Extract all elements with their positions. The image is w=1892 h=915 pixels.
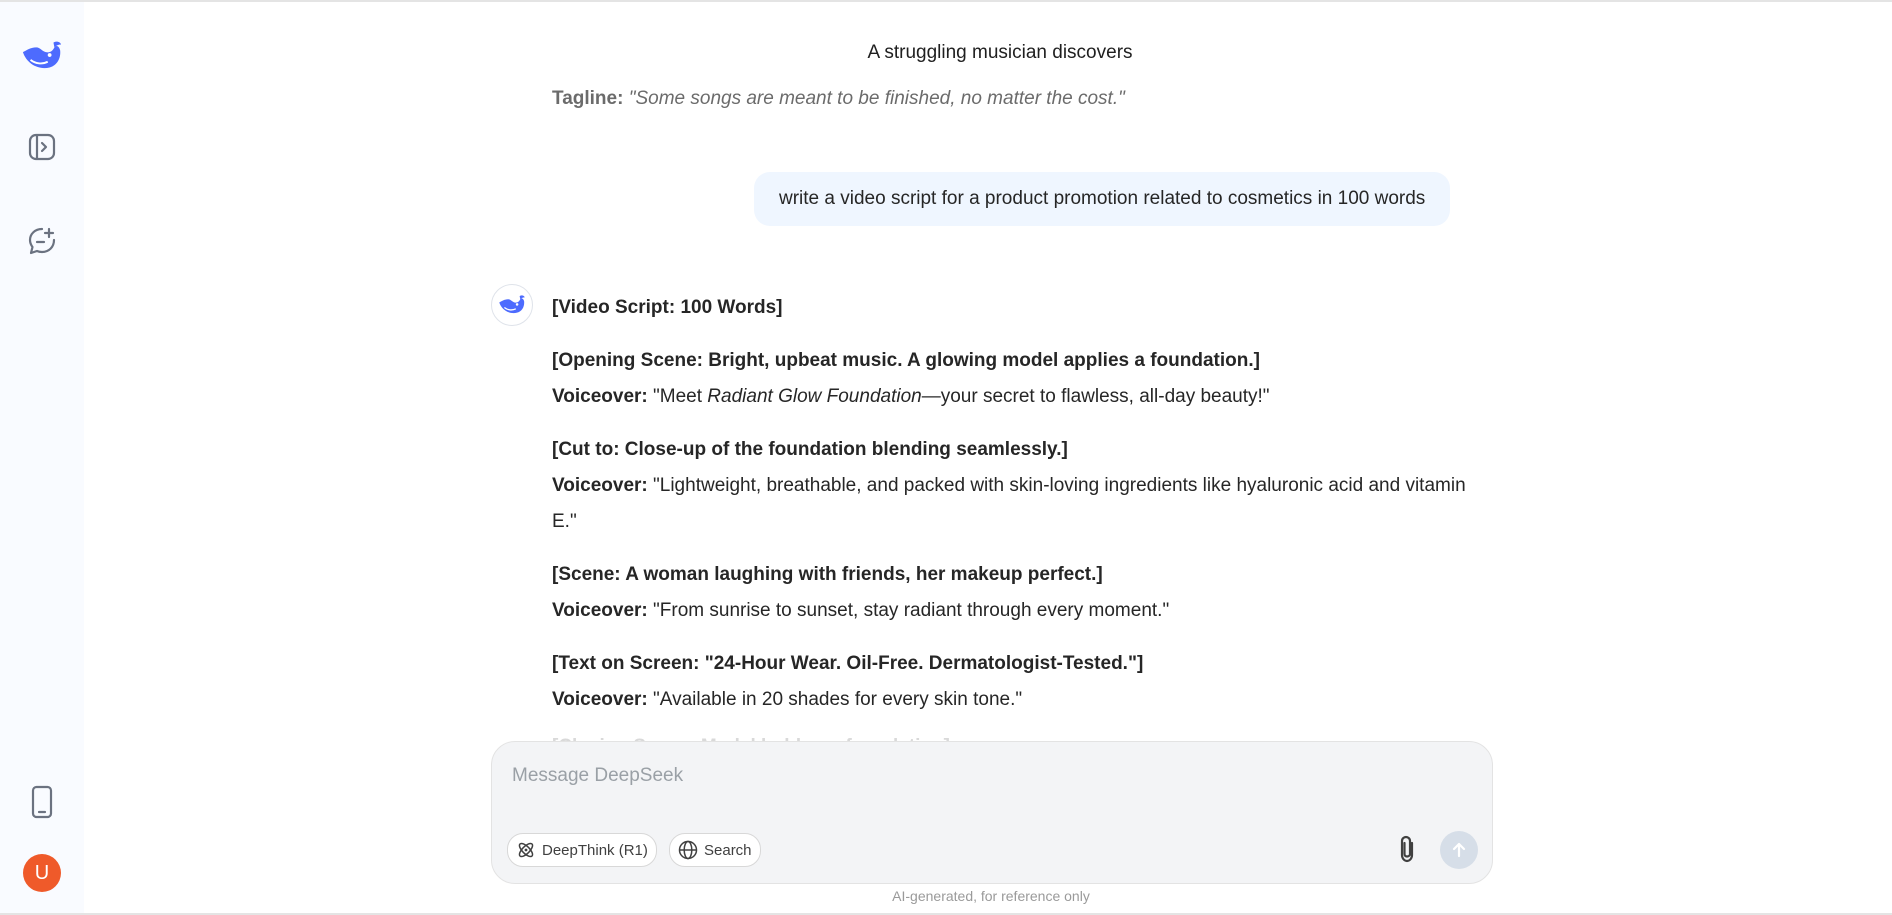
attach-file-icon[interactable] [1390, 831, 1424, 867]
voiceover-line: Voiceover: "Meet Radiant Glow Foundation… [552, 379, 1492, 415]
answer-heading: [Video Script: 100 Words] [552, 290, 1492, 326]
atom-icon [516, 840, 536, 860]
scene-block: [Text on Screen: "24-Hour Wear. Oil-Free… [552, 646, 1492, 718]
product-name: Radiant Glow Foundation [707, 386, 921, 407]
new-chat-icon[interactable] [21, 220, 63, 262]
search-toggle-button[interactable]: Search [669, 833, 761, 867]
voiceover-label: Voiceover: [552, 689, 648, 710]
voiceover-text: "Meet [648, 386, 708, 407]
scene-block: [Opening Scene: Bright, upbeat music. A … [552, 343, 1492, 415]
tagline-label: Tagline: [552, 88, 623, 109]
message-composer: DeepThink (R1) Search [491, 741, 1493, 884]
mobile-app-icon[interactable] [21, 781, 63, 823]
user-message-bubble: write a video script for a product promo… [754, 172, 1450, 226]
user-message-text: write a video script for a product promo… [779, 188, 1425, 210]
ai-disclaimer: AI-generated, for reference only [491, 888, 1491, 904]
previous-tagline: Tagline: "Some songs are meant to be fin… [552, 88, 1492, 110]
deepthink-label: DeepThink (R1) [542, 842, 648, 859]
sidebar-toggle-icon[interactable] [21, 126, 63, 168]
send-button[interactable] [1440, 831, 1478, 869]
arrow-up-icon [1449, 840, 1469, 860]
voiceover-line: Voiceover: "From sunrise to sunset, stay… [552, 593, 1492, 629]
page-title: A struggling musician discovers [0, 42, 1880, 64]
scene-block: [Scene: A woman laughing with friends, h… [552, 557, 1492, 629]
voiceover-text: —your secret to flawless, all-day beauty… [922, 386, 1270, 407]
voiceover-label: Voiceover: [552, 475, 648, 496]
assistant-message: [Video Script: 100 Words] [Opening Scene… [552, 290, 1492, 735]
assistant-avatar-icon [491, 284, 533, 326]
tagline-text: "Some songs are meant to be finished, no… [629, 88, 1125, 109]
scene-direction: [Opening Scene: Bright, upbeat music. A … [552, 343, 1492, 379]
voiceover-label: Voiceover: [552, 600, 648, 621]
scene-direction: [Text on Screen: "24-Hour Wear. Oil-Free… [552, 646, 1492, 682]
voiceover-line: Voiceover: "Lightweight, breathable, and… [552, 468, 1492, 540]
scene-direction: [Cut to: Close-up of the foundation blen… [552, 432, 1492, 468]
scene-direction: [Scene: A woman laughing with friends, h… [552, 557, 1492, 593]
message-input[interactable] [510, 758, 1414, 794]
voiceover-text: "Available in 20 shades for every skin t… [648, 689, 1022, 710]
search-label: Search [704, 842, 752, 859]
top-border [0, 0, 1892, 2]
sidebar: U [0, 2, 84, 913]
voiceover-text: "From sunrise to sunset, stay radiant th… [648, 600, 1169, 621]
deepthink-toggle-button[interactable]: DeepThink (R1) [507, 833, 657, 867]
scene-block: [Cut to: Close-up of the foundation blen… [552, 432, 1492, 540]
user-avatar[interactable]: U [23, 854, 61, 892]
voiceover-line: Voiceover: "Available in 20 shades for e… [552, 682, 1492, 718]
globe-icon [678, 840, 698, 860]
voiceover-text: "Lightweight, breathable, and packed wit… [552, 475, 1466, 532]
voiceover-label: Voiceover: [552, 386, 648, 407]
